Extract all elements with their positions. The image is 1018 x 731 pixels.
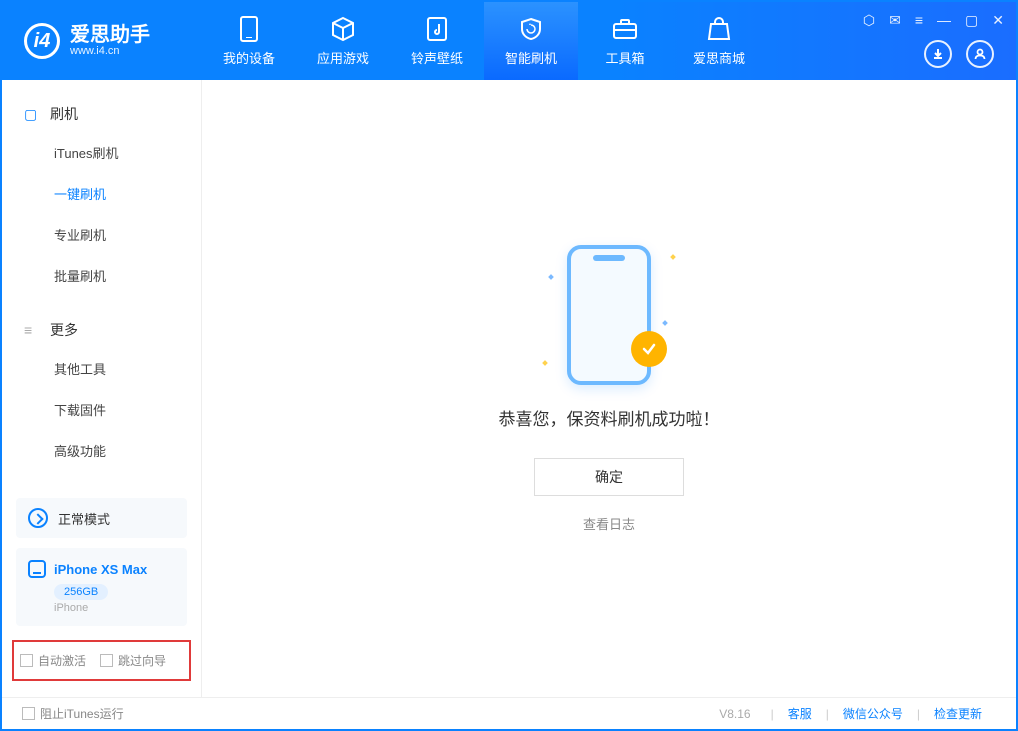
section-flash-header[interactable]: ▢ 刷机 xyxy=(2,96,201,132)
header-actions xyxy=(924,40,994,68)
sidebar-item-advanced[interactable]: 高级功能 xyxy=(2,430,201,471)
status-bar: 阻止iTunes运行 V8.16 | 客服 | 微信公众号 | 检查更新 xyxy=(2,697,1016,729)
checkbox-skip-guide[interactable]: 跳过向导 xyxy=(100,652,166,669)
checkbox-block-itunes[interactable]: 阻止iTunes运行 xyxy=(22,705,124,722)
success-illustration xyxy=(549,245,669,385)
checkbox-label: 跳过向导 xyxy=(118,652,166,669)
ok-button[interactable]: 确定 xyxy=(534,458,684,496)
app-url: www.i4.cn xyxy=(70,45,150,57)
tab-ringtone-wallpaper[interactable]: 铃声壁纸 xyxy=(390,2,484,80)
success-message: 恭喜您，保资料刷机成功啦！ xyxy=(499,405,720,430)
sidebar-item-pro-flash[interactable]: 专业刷机 xyxy=(2,214,201,255)
sidebar-item-oneclick-flash[interactable]: 一键刷机 xyxy=(2,173,201,214)
top-tabs: 我的设备 应用游戏 铃声壁纸 智能刷机 工具箱 爱思商城 xyxy=(202,2,766,80)
tab-my-device[interactable]: 我的设备 xyxy=(202,2,296,80)
feedback-icon[interactable]: ✉ xyxy=(889,12,901,29)
music-file-icon xyxy=(424,16,450,42)
section-title: 更多 xyxy=(50,320,78,340)
sidebar-item-other-tools[interactable]: 其他工具 xyxy=(2,348,201,389)
mode-label: 正常模式 xyxy=(58,509,110,528)
checkbox-label: 自动激活 xyxy=(38,652,86,669)
minimize-button[interactable]: — xyxy=(937,12,951,29)
section-more-header[interactable]: ≡ 更多 xyxy=(2,312,201,348)
window-controls: ⬡ ✉ ≡ — ▢ ✕ xyxy=(863,12,1004,29)
version-label: V8.16 xyxy=(719,707,750,721)
device-card[interactable]: iPhone XS Max 256GB iPhone xyxy=(16,548,187,626)
tab-label: 智能刷机 xyxy=(505,48,557,67)
phone-outline-icon: ▢ xyxy=(24,106,40,123)
section-flash: ▢ 刷机 iTunes刷机 一键刷机 专业刷机 批量刷机 xyxy=(2,80,201,296)
close-button[interactable]: ✕ xyxy=(992,12,1004,29)
tab-store[interactable]: 爱思商城 xyxy=(672,2,766,80)
app-name: 爱思助手 xyxy=(70,25,150,45)
link-wechat[interactable]: 微信公众号 xyxy=(829,705,917,722)
tab-apps-games[interactable]: 应用游戏 xyxy=(296,2,390,80)
highlighted-options: 自动激活 跳过向导 xyxy=(12,640,191,681)
tab-label: 爱思商城 xyxy=(693,48,745,67)
list-icon: ≡ xyxy=(24,322,40,338)
check-badge-icon xyxy=(631,331,667,367)
phone-icon xyxy=(236,16,262,42)
maximize-button[interactable]: ▢ xyxy=(965,12,978,29)
sidebar-item-itunes-flash[interactable]: iTunes刷机 xyxy=(2,132,201,173)
checkbox-icon xyxy=(100,654,113,667)
link-support[interactable]: 客服 xyxy=(774,705,826,722)
device-type: iPhone xyxy=(54,602,175,614)
sidebar-item-batch-flash[interactable]: 批量刷机 xyxy=(2,255,201,296)
section-title: 刷机 xyxy=(50,104,78,124)
toolbox-icon xyxy=(612,16,638,42)
view-log-link[interactable]: 查看日志 xyxy=(583,514,635,533)
tab-label: 工具箱 xyxy=(605,48,644,67)
tab-label: 我的设备 xyxy=(223,48,275,67)
cube-icon xyxy=(330,16,356,42)
shield-refresh-icon xyxy=(518,16,544,42)
tab-smart-flash[interactable]: 智能刷机 xyxy=(484,2,578,80)
link-check-update[interactable]: 检查更新 xyxy=(920,705,996,722)
sidebar: ▢ 刷机 iTunes刷机 一键刷机 专业刷机 批量刷机 ≡ 更多 其他工具 下… xyxy=(2,80,202,697)
sidebar-item-download-firmware[interactable]: 下载固件 xyxy=(2,389,201,430)
device-name: iPhone XS Max xyxy=(54,562,147,577)
menu-icon[interactable]: ≡ xyxy=(915,12,923,29)
checkbox-icon xyxy=(22,707,35,720)
tab-toolbox[interactable]: 工具箱 xyxy=(578,2,672,80)
app-header: i4 爱思助手 www.i4.cn 我的设备 应用游戏 铃声壁纸 智能刷机 工具… xyxy=(2,2,1016,80)
tab-label: 应用游戏 xyxy=(317,48,369,67)
main-content: 恭喜您，保资料刷机成功啦！ 确定 查看日志 xyxy=(202,80,1016,697)
refresh-icon xyxy=(28,508,48,528)
device-phone-icon xyxy=(28,560,46,578)
logo-icon: i4 xyxy=(24,23,60,59)
device-storage: 256GB xyxy=(54,584,108,600)
mode-card[interactable]: 正常模式 xyxy=(16,498,187,538)
tab-label: 铃声壁纸 xyxy=(411,48,463,67)
checkbox-auto-activate[interactable]: 自动激活 xyxy=(20,652,86,669)
section-more: ≡ 更多 其他工具 下载固件 高级功能 xyxy=(2,296,201,471)
checkbox-icon xyxy=(20,654,33,667)
bag-icon xyxy=(706,16,732,42)
download-button[interactable] xyxy=(924,40,952,68)
checkbox-label: 阻止iTunes运行 xyxy=(40,705,124,722)
user-button[interactable] xyxy=(966,40,994,68)
app-logo: i4 爱思助手 www.i4.cn xyxy=(2,23,202,59)
tshirt-icon[interactable]: ⬡ xyxy=(863,12,875,29)
